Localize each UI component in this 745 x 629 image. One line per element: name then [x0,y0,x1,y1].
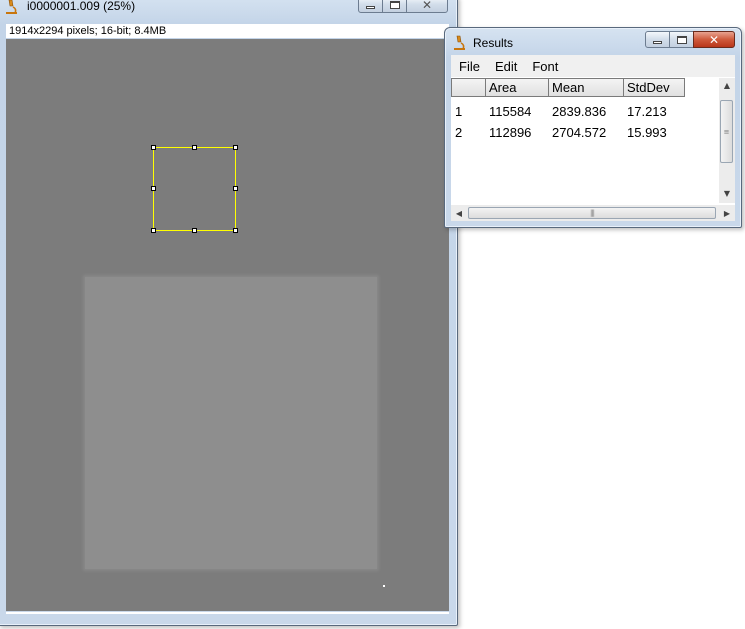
minimize-icon [653,40,662,44]
image-maximize-button[interactable] [382,0,407,13]
maximize-icon [676,35,687,44]
scroll-up-icon[interactable]: ▲ [719,78,735,92]
menu-font[interactable]: Font [525,59,565,74]
image-close-button[interactable]: ✕ [406,0,448,13]
image-speck [383,585,385,587]
microscope-icon [6,0,17,14]
roi-handle[interactable] [192,228,197,233]
bright-region [85,277,377,569]
table-row[interactable]: 1 115584 2839.836 17.213 [451,101,684,122]
microscope-icon [454,35,465,50]
cell-index: 2 [455,125,463,140]
image-bottom-border [6,612,449,614]
menu-edit[interactable]: Edit [488,59,524,74]
menu-file[interactable]: File [452,59,487,74]
cell-mean: 2704.572 [552,125,607,140]
results-window-titlebar[interactable]: Results ✕ [445,28,741,52]
column-header-index[interactable] [451,78,486,97]
roi-handle[interactable] [151,186,156,191]
column-header-stddev[interactable]: StdDev [624,78,685,97]
scroll-down-icon[interactable]: ▼ [719,186,735,200]
maximize-icon [389,0,400,9]
image-canvas[interactable] [6,39,449,611]
table-row[interactable]: 2 112896 2704.572 15.993 [451,122,684,143]
image-minimize-button[interactable] [358,0,383,13]
roi-handle[interactable] [192,145,197,150]
results-window[interactable]: Results ✕ File Edit Font Area Mean StdDe… [444,27,742,228]
close-icon: ✕ [421,0,433,12]
roi-handle[interactable] [233,145,238,150]
scroll-left-icon[interactable]: ◀ [451,206,467,220]
vertical-scroll-thumb[interactable]: ≡ [720,100,733,163]
image-window[interactable]: i0000001.009 (25%) ✕ 1914x2294 pixels; 1… [0,0,458,626]
results-menubar: File Edit Font [451,55,735,77]
results-table[interactable]: Area Mean StdDev 1 115584 2839.836 17.21… [451,77,735,221]
results-window-title: Results [473,36,514,50]
column-header-mean[interactable]: Mean [549,78,624,97]
cell-stddev: 15.993 [627,125,667,140]
results-maximize-button[interactable] [669,31,694,48]
minimize-icon [366,5,375,9]
horizontal-scrollbar[interactable]: ◀ ||| ▶ [451,205,735,221]
table-header: Area Mean StdDev [451,78,685,97]
horizontal-scroll-thumb[interactable]: ||| [468,207,716,219]
image-window-titlebar[interactable]: i0000001.009 (25%) ✕ [0,0,457,19]
vertical-scrollbar[interactable]: ▲ ≡ ▼ [719,78,735,203]
results-close-button[interactable]: ✕ [693,31,735,48]
cell-area: 112896 [489,125,532,140]
roi-handle[interactable] [151,145,156,150]
column-header-area[interactable]: Area [486,78,549,97]
roi-rectangle[interactable] [151,145,238,233]
cell-area: 115584 [489,104,532,119]
image-window-title: i0000001.009 (25%) [27,0,136,13]
results-minimize-button[interactable] [645,31,670,48]
roi-handle[interactable] [233,228,238,233]
image-info-bar: 1914x2294 pixels; 16-bit; 8.4MB [6,24,449,38]
scroll-right-icon[interactable]: ▶ [719,206,735,220]
roi-handle[interactable] [233,186,238,191]
cell-stddev: 17.213 [627,104,667,119]
table-body: 1 115584 2839.836 17.213 2 112896 2704.5… [451,101,684,143]
cell-index: 1 [455,104,463,119]
close-icon: ✕ [708,32,720,47]
roi-handle[interactable] [151,228,156,233]
cell-mean: 2839.836 [552,104,607,119]
